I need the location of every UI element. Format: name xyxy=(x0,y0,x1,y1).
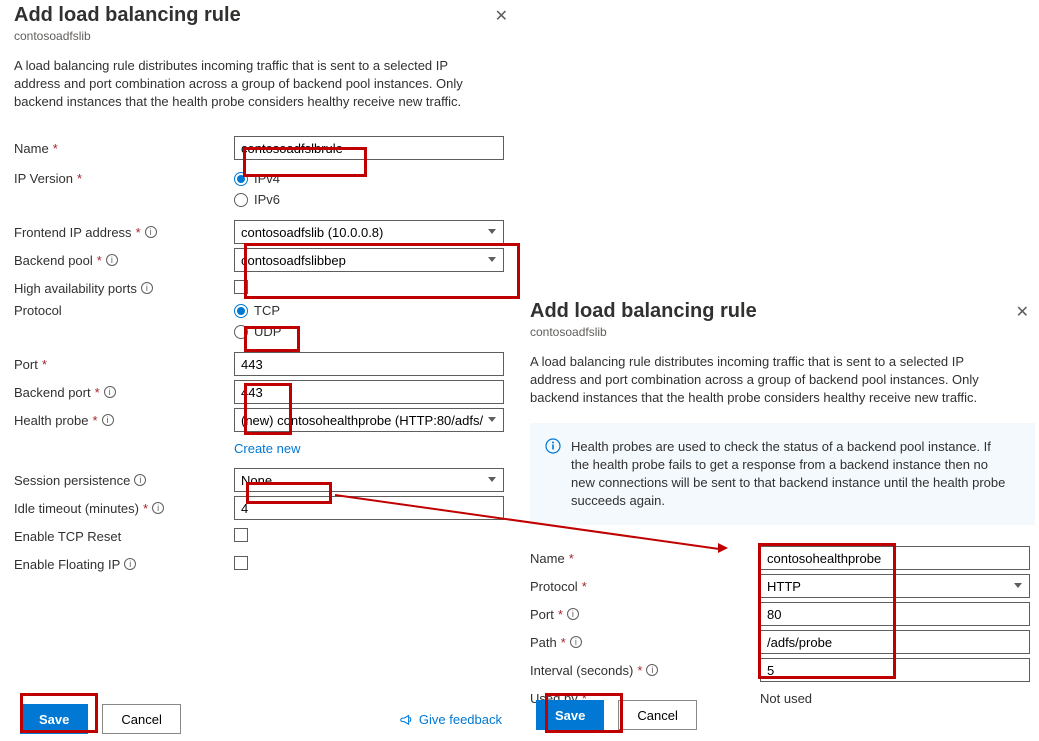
bport-label: Backend port xyxy=(14,385,91,400)
radio-icon xyxy=(234,325,248,339)
create-new-link[interactable]: Create new xyxy=(234,441,300,456)
panel-description: A load balancing rule distributes incomi… xyxy=(14,57,494,111)
idle-input[interactable] xyxy=(234,496,504,520)
haports-checkbox[interactable] xyxy=(234,280,248,294)
hp-interval-input[interactable] xyxy=(760,658,1030,682)
backend-select[interactable] xyxy=(234,248,504,272)
info-icon[interactable]: i xyxy=(104,386,116,398)
hp-port-input[interactable] xyxy=(760,602,1030,626)
info-icon[interactable]: i xyxy=(646,664,658,676)
hp-protocol-select[interactable] xyxy=(760,574,1030,598)
panel-subtitle: contosoadfslib xyxy=(530,325,757,339)
protocol-label: Protocol xyxy=(14,303,62,318)
bport-input[interactable] xyxy=(234,380,504,404)
frontend-label: Frontend IP address xyxy=(14,225,132,240)
panel-subtitle: contosoadfslib xyxy=(14,29,241,43)
hp-protocol-label: Protocol xyxy=(530,579,578,594)
hp-path-label: Path xyxy=(530,635,557,650)
floatip-checkbox[interactable] xyxy=(234,556,248,570)
tcpreset-label: Enable TCP Reset xyxy=(14,529,121,544)
hprobe-select[interactable] xyxy=(234,408,504,432)
close-icon[interactable]: ✕ xyxy=(489,0,514,32)
radio-icon xyxy=(234,193,248,207)
panel-add-rule-left: Add load balancing rule contosoadfslib ✕… xyxy=(14,0,514,740)
panel-description: A load balancing rule distributes incomi… xyxy=(530,353,1010,407)
info-icon[interactable]: i xyxy=(152,502,164,514)
backend-label: Backend pool xyxy=(14,253,93,268)
hp-interval-label: Interval (seconds) xyxy=(530,663,633,678)
info-icon[interactable]: i xyxy=(567,608,579,620)
name-input[interactable] xyxy=(234,136,504,160)
info-icon[interactable]: i xyxy=(570,636,582,648)
panel-add-rule-right: Add load balancing rule contosoadfslib ✕… xyxy=(530,296,1035,736)
protocol-udp[interactable]: UDP xyxy=(234,324,514,339)
hp-path-input[interactable] xyxy=(760,630,1030,654)
ipversion-ipv4[interactable]: IPv4 xyxy=(234,171,514,186)
idle-label: Idle timeout (minutes) xyxy=(14,501,139,516)
save-button[interactable]: Save xyxy=(536,700,604,730)
radio-icon xyxy=(234,172,248,186)
close-icon[interactable]: ✕ xyxy=(1010,296,1035,328)
ipversion-ipv6[interactable]: IPv6 xyxy=(234,192,514,207)
cancel-button[interactable]: Cancel xyxy=(102,704,180,734)
info-icon[interactable]: i xyxy=(145,226,157,238)
megaphone-icon xyxy=(399,712,413,726)
tcpreset-checkbox[interactable] xyxy=(234,528,248,542)
health-probe-infobox: Health probes are used to check the stat… xyxy=(530,423,1035,525)
panel-title: Add load balancing rule xyxy=(530,296,757,323)
radio-icon xyxy=(234,304,248,318)
info-icon[interactable]: i xyxy=(134,474,146,486)
hp-name-label: Name xyxy=(530,551,565,566)
panel-title: Add load balancing rule xyxy=(14,0,241,27)
hp-name-input[interactable] xyxy=(760,546,1030,570)
port-label: Port xyxy=(14,357,38,372)
info-icon[interactable]: i xyxy=(141,282,153,294)
save-button[interactable]: Save xyxy=(20,704,88,734)
info-icon xyxy=(545,438,561,454)
info-icon[interactable]: i xyxy=(106,254,118,266)
info-icon[interactable]: i xyxy=(102,414,114,426)
hprobe-label: Health probe xyxy=(14,413,88,428)
info-icon[interactable]: i xyxy=(124,558,136,570)
frontend-select[interactable] xyxy=(234,220,504,244)
session-label: Session persistence xyxy=(14,473,130,488)
ipversion-label: IP Version xyxy=(14,171,73,186)
session-select[interactable] xyxy=(234,468,504,492)
protocol-tcp[interactable]: TCP xyxy=(234,303,514,318)
give-feedback-link[interactable]: Give feedback xyxy=(399,712,502,727)
name-label: Name xyxy=(14,141,49,156)
port-input[interactable] xyxy=(234,352,504,376)
hp-port-label: Port xyxy=(530,607,554,622)
haports-label: High availability ports xyxy=(14,281,137,296)
floatip-label: Enable Floating IP xyxy=(14,557,120,572)
cancel-button[interactable]: Cancel xyxy=(618,700,696,730)
